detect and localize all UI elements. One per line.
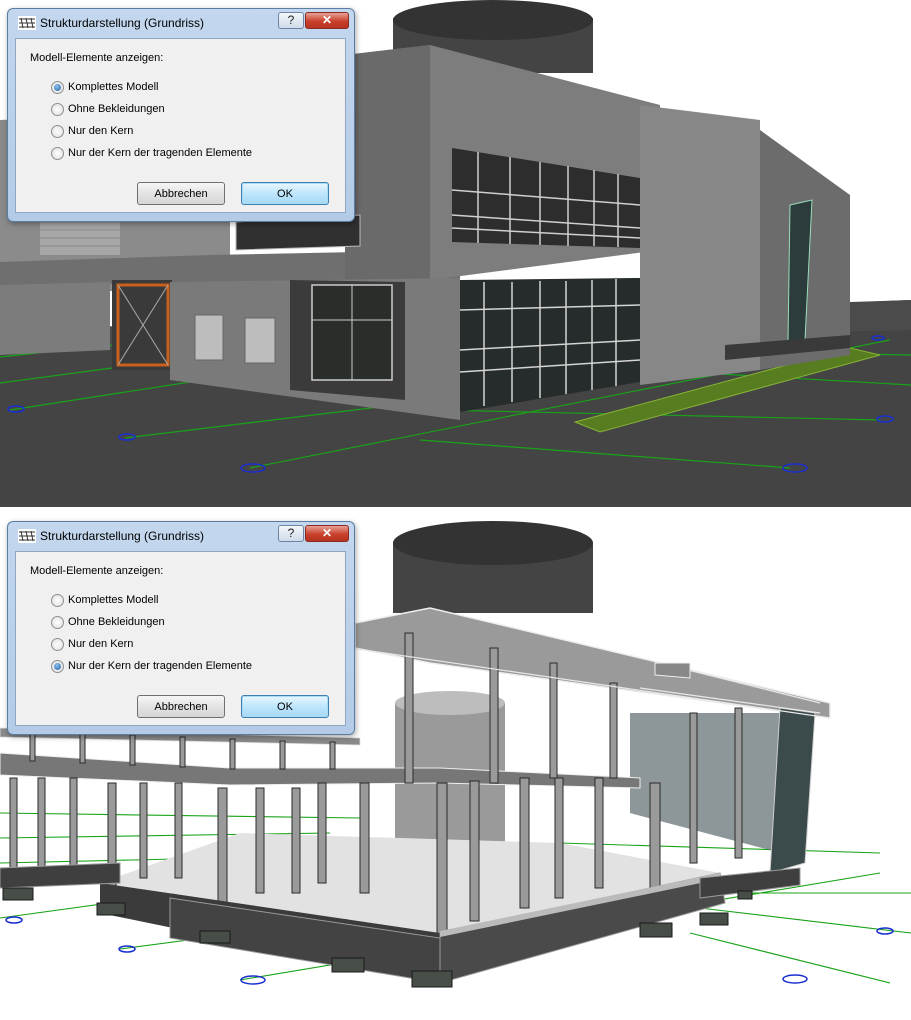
- dialog-titlebar[interactable]: Strukturdarstellung (Grundriss) ? ✕: [8, 522, 354, 550]
- help-button[interactable]: ?: [278, 525, 304, 542]
- radio-button[interactable]: [51, 638, 64, 651]
- structure-app-icon: [18, 16, 36, 30]
- radio-label: Nur der Kern der tragenden Elemente: [68, 147, 253, 159]
- radio-button[interactable]: [51, 594, 64, 607]
- radio-label: Nur den Kern: [68, 638, 134, 650]
- group-label: Modell-Elemente anzeigen:: [30, 52, 164, 64]
- radio-label: Komplettes Modell: [68, 81, 159, 93]
- structure-display-dialog: Strukturdarstellung (Grundriss) ? ✕ Mode…: [7, 8, 355, 222]
- radio-label: Nur der Kern der tragenden Elemente: [68, 660, 253, 672]
- radio-label: Nur den Kern: [68, 125, 134, 137]
- dialog-client-area: Modell-Elemente anzeigen: Komplettes Mod…: [15, 551, 346, 726]
- dialog-client-area: Modell-Elemente anzeigen: Komplettes Mod…: [15, 38, 346, 213]
- dialog-titlebar[interactable]: Strukturdarstellung (Grundriss) ? ✕: [8, 9, 354, 37]
- ok-button[interactable]: OK: [241, 182, 329, 205]
- radio-button[interactable]: [51, 616, 64, 629]
- dialog-title: Strukturdarstellung (Grundriss): [40, 16, 205, 30]
- radio-label: Ohne Bekleidungen: [68, 103, 165, 115]
- help-button[interactable]: ?: [278, 12, 304, 29]
- radio-button[interactable]: [51, 81, 64, 94]
- screen-complete-model: Strukturdarstellung (Grundriss) ? ✕ Mode…: [0, 0, 911, 507]
- radio-button[interactable]: [51, 103, 64, 116]
- close-button[interactable]: ✕: [305, 12, 349, 29]
- radio-label: Komplettes Modell: [68, 594, 159, 606]
- radio-button[interactable]: [51, 125, 64, 138]
- group-label: Modell-Elemente anzeigen:: [30, 565, 164, 577]
- radio-label: Ohne Bekleidungen: [68, 616, 165, 628]
- cancel-button[interactable]: Abbrechen: [137, 695, 225, 718]
- ok-button[interactable]: OK: [241, 695, 329, 718]
- structure-display-dialog: Strukturdarstellung (Grundriss) ? ✕ Mode…: [7, 521, 355, 735]
- close-button[interactable]: ✕: [305, 525, 349, 542]
- screen-load-bearing-core: Strukturdarstellung (Grundriss) ? ✕ Mode…: [0, 513, 911, 1020]
- structure-app-icon: [18, 529, 36, 543]
- cancel-button[interactable]: Abbrechen: [137, 182, 225, 205]
- radio-button[interactable]: [51, 660, 64, 673]
- dialog-title: Strukturdarstellung (Grundriss): [40, 529, 205, 543]
- radio-button[interactable]: [51, 147, 64, 160]
